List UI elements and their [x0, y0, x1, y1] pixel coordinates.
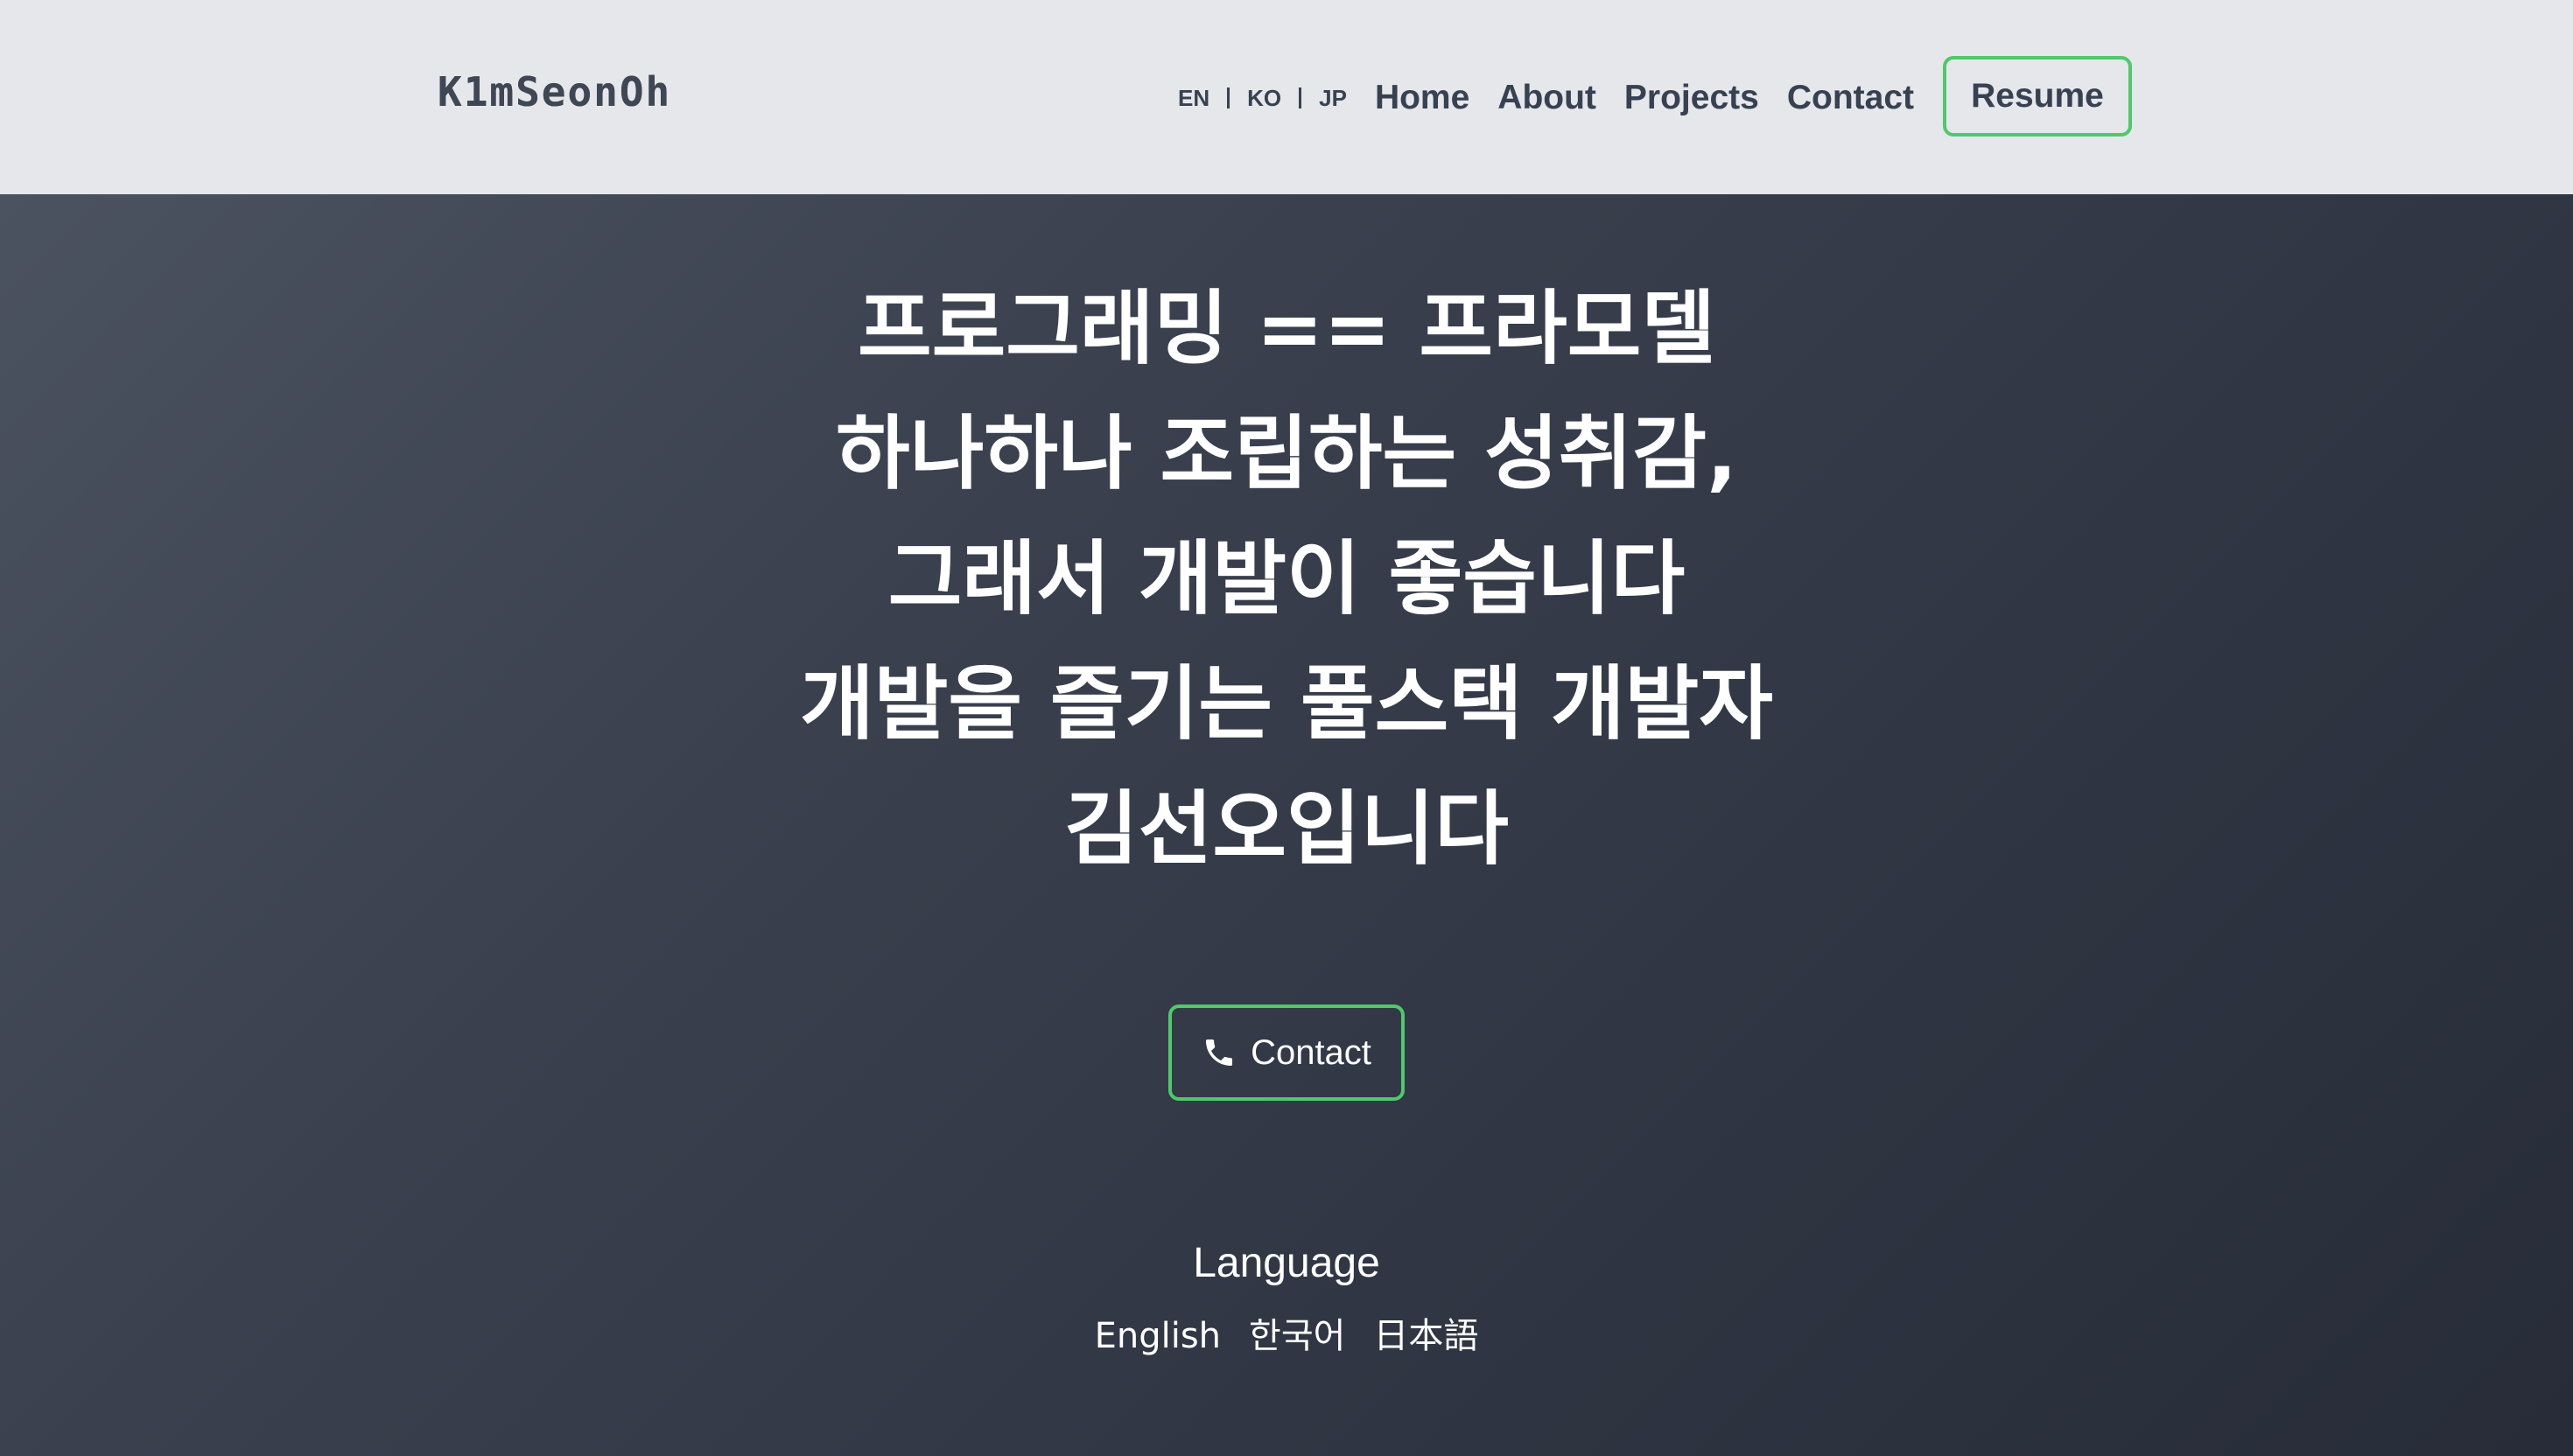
language-option-korean[interactable]: 한국어: [1249, 1314, 1345, 1358]
resume-button-label: Resume: [1971, 77, 2104, 115]
lang-divider: [1227, 88, 1230, 108]
language-section: Language English 한국어 日本語: [0, 1237, 2573, 1358]
lang-jp-link[interactable]: JP: [1319, 85, 1347, 112]
resume-button[interactable]: Resume: [1943, 56, 2132, 136]
language-option-english[interactable]: English: [1095, 1314, 1221, 1358]
hero-contact-button[interactable]: Contact: [1168, 1004, 1405, 1101]
headline-line: 개발을 즐기는 풀스택 개발자: [800, 657, 1773, 751]
headline-line: 프로그래밍 == 프라모델: [858, 282, 1715, 375]
headline-line: 김선오입니다: [1064, 782, 1509, 876]
lang-en-link[interactable]: EN: [1178, 85, 1209, 112]
site-header: K1mSeonOh EN KO JP Home About Projects C…: [0, 0, 2573, 194]
nav-contact-link[interactable]: Contact: [1787, 79, 1914, 117]
nav-home-link[interactable]: Home: [1375, 79, 1469, 117]
hero-contact-label: Contact: [1251, 1032, 1371, 1072]
site-logo[interactable]: K1mSeonOh: [438, 68, 672, 116]
language-option-japanese[interactable]: 日本語: [1373, 1314, 1478, 1358]
headline-line: 그래서 개발이 좋습니다: [887, 532, 1686, 626]
language-switcher: EN KO JP: [1178, 85, 1347, 112]
lang-divider: [1299, 88, 1302, 108]
nav-links: Home About Projects Contact: [1375, 79, 1914, 117]
headline-line: 하나하나 조립하는 성취감,: [835, 407, 1738, 500]
hero-section: 프로그래밍 == 프라모델 하나하나 조립하는 성취감, 그래서 개발이 좋습니…: [0, 194, 2573, 1456]
hero-headline: 프로그래밍 == 프라모델 하나하나 조립하는 성취감, 그래서 개발이 좋습니…: [0, 266, 2573, 892]
nav-about-link[interactable]: About: [1497, 79, 1596, 117]
language-options: English 한국어 日本語: [0, 1314, 2573, 1358]
phone-icon: [1202, 1035, 1237, 1070]
top-nav: EN KO JP Home About Projects Contact: [1178, 56, 1914, 140]
language-title: Language: [1193, 1240, 1380, 1286]
lang-ko-link[interactable]: KO: [1247, 85, 1281, 112]
nav-projects-link[interactable]: Projects: [1624, 79, 1759, 117]
